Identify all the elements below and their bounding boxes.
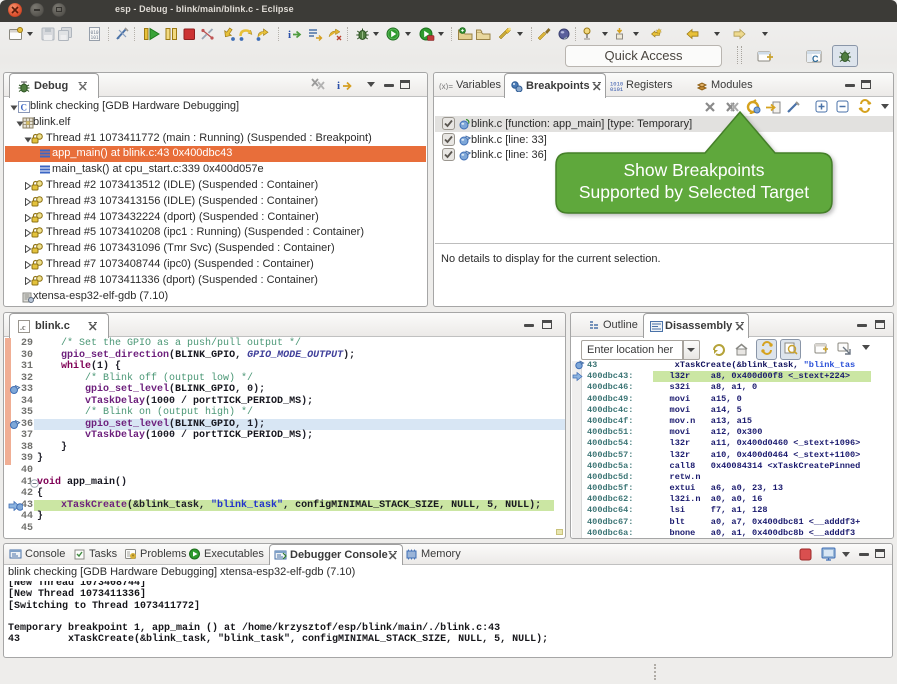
svg-text:i: i [337,80,340,92]
svg-text:Supported by Selected Target: Supported by Selected Target [579,182,809,202]
svg-text:.c: .c [20,323,26,332]
svg-text:i: i [288,29,291,41]
svg-text:(x)=: (x)= [439,82,453,90]
svg-text:C: C [812,54,819,64]
svg-text:Show Breakpoints: Show Breakpoints [623,160,764,180]
svg-text:0101: 0101 [610,86,624,91]
svg-text:C: C [21,103,28,113]
svg-text:101: 101 [91,35,99,41]
